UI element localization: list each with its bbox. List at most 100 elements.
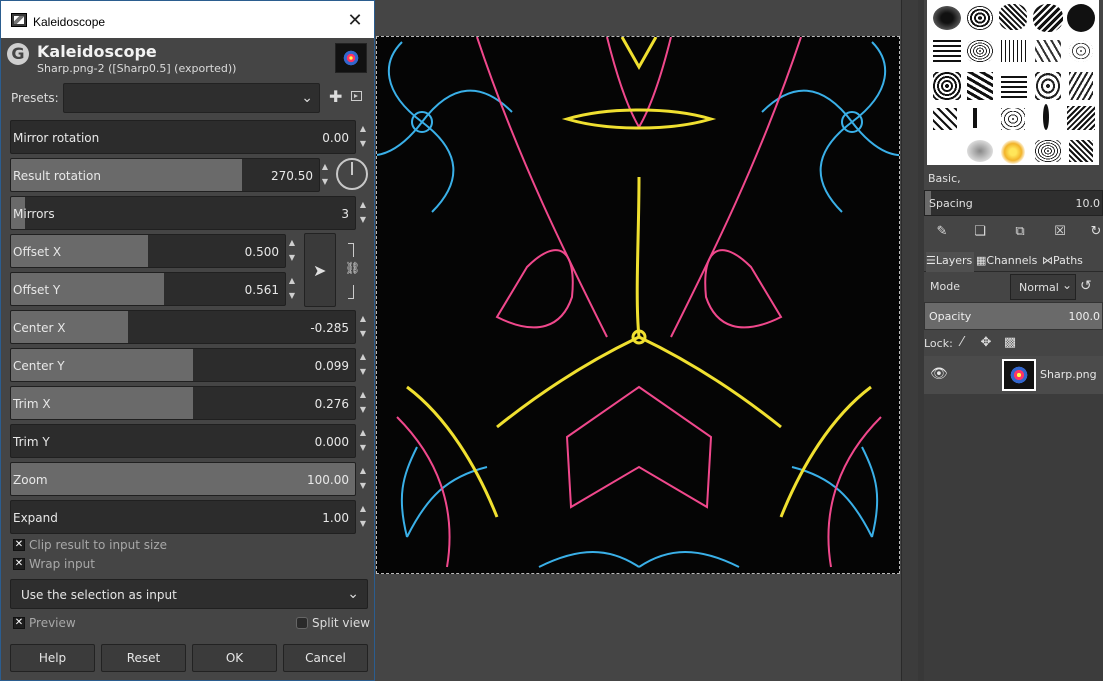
- brush-swatch[interactable]: [933, 72, 961, 100]
- ok-button[interactable]: OK: [192, 644, 277, 672]
- presets-dropdown[interactable]: ⌄: [63, 83, 320, 113]
- decrement-icon[interactable]: ▼: [358, 517, 368, 532]
- decrement-icon[interactable]: ▼: [358, 213, 368, 228]
- trim-x-slider[interactable]: Trim X 0.276: [10, 386, 356, 420]
- spacing-slider[interactable]: Spacing 10.0: [924, 190, 1103, 216]
- result-rotation-slider[interactable]: Result rotation 270.50: [10, 158, 320, 192]
- new-brush-icon[interactable]: ❏: [972, 224, 988, 240]
- zoom-slider[interactable]: Zoom 100.00: [10, 462, 356, 496]
- increment-icon[interactable]: ▲: [358, 350, 368, 365]
- split-view-checkbox[interactable]: [296, 617, 308, 629]
- brush-swatch[interactable]: [933, 40, 961, 62]
- decrement-icon[interactable]: ▼: [320, 175, 330, 190]
- brush-swatch-selected[interactable]: [1001, 140, 1025, 164]
- kaleidoscope-dialog: Kaleidoscope ✕ G Kaleidoscope Sharp.png-…: [0, 0, 375, 681]
- refresh-brushes-icon[interactable]: ↻: [1088, 224, 1103, 240]
- preset-menu-icon[interactable]: [351, 91, 362, 101]
- offset-pick-button[interactable]: ➤: [304, 233, 336, 307]
- delete-brush-icon[interactable]: ☒: [1052, 224, 1068, 240]
- increment-icon[interactable]: ▲: [287, 236, 297, 251]
- input-source-dropdown[interactable]: Use the selection as input ⌄: [10, 579, 368, 609]
- decrement-icon[interactable]: ▼: [358, 403, 368, 418]
- brush-swatch[interactable]: [1035, 40, 1061, 62]
- brush-swatch[interactable]: [1035, 72, 1061, 100]
- reset-button[interactable]: Reset: [101, 644, 186, 672]
- increment-icon[interactable]: ▲: [358, 312, 368, 327]
- opacity-slider[interactable]: Opacity 100.0: [924, 302, 1103, 330]
- filter-subtitle: Sharp.png-2 ([Sharp0.5] (exported)): [37, 62, 237, 75]
- brush-swatch[interactable]: [933, 6, 961, 30]
- add-preset-icon[interactable]: ✚: [329, 87, 342, 106]
- offset-x-slider[interactable]: Offset X 0.500: [10, 234, 286, 268]
- increment-icon[interactable]: ▲: [358, 198, 368, 213]
- rotation-dial[interactable]: [336, 158, 368, 190]
- preview-checkbox[interactable]: ✕: [13, 617, 25, 629]
- center-x-slider[interactable]: Center X -0.285: [10, 310, 356, 344]
- brush-swatch[interactable]: [999, 4, 1027, 30]
- brush-swatch[interactable]: [1069, 72, 1093, 100]
- brush-swatch[interactable]: [1043, 104, 1049, 130]
- increment-icon[interactable]: ▲: [287, 274, 297, 289]
- dialog-titlebar[interactable]: Kaleidoscope ✕: [1, 1, 374, 38]
- expand-slider[interactable]: Expand 1.00: [10, 500, 356, 534]
- decrement-icon[interactable]: ▼: [358, 441, 368, 456]
- help-button[interactable]: Help: [10, 644, 95, 672]
- brush-swatch[interactable]: [973, 108, 977, 128]
- brush-swatch[interactable]: [1033, 4, 1063, 32]
- mirrors-slider[interactable]: Mirrors 3: [10, 196, 356, 230]
- decrement-icon[interactable]: ▼: [358, 479, 368, 494]
- brush-swatch[interactable]: [1001, 40, 1027, 62]
- duplicate-brush-icon[interactable]: ⧉: [1012, 224, 1028, 240]
- brush-swatch[interactable]: [967, 140, 993, 162]
- brush-swatch[interactable]: [1069, 40, 1093, 62]
- brush-swatch[interactable]: [1001, 74, 1027, 98]
- mirror-rotation-slider[interactable]: Mirror rotation 0.00: [10, 120, 356, 154]
- center-y-slider[interactable]: Center Y 0.099: [10, 348, 356, 382]
- slider-value: -0.285: [310, 321, 349, 335]
- chevron-down-icon: ⌄: [1061, 278, 1072, 292]
- decrement-icon[interactable]: ▼: [358, 137, 368, 152]
- lock-pixels-icon[interactable]: ⁄: [954, 335, 970, 351]
- eye-icon[interactable]: 👁: [930, 366, 948, 382]
- reset-mode-icon[interactable]: ↺: [1080, 278, 1092, 294]
- clip-result-checkbox[interactable]: ✕: [13, 539, 25, 551]
- tab-layers[interactable]: ☰Layers: [926, 252, 974, 272]
- close-icon[interactable]: ✕: [344, 10, 366, 32]
- brush-swatch[interactable]: [967, 72, 993, 100]
- layer-mode-dropdown[interactable]: Normal ⌄: [1010, 274, 1076, 300]
- canvas-scrollbar[interactable]: [901, 0, 918, 681]
- brush-swatch[interactable]: [1001, 108, 1025, 130]
- lock-position-icon[interactable]: ✥: [978, 335, 994, 351]
- increment-icon[interactable]: ▲: [320, 160, 330, 175]
- tab-channels[interactable]: ▦Channels: [976, 252, 1042, 272]
- layer-item[interactable]: 👁 Sharp.png: [924, 356, 1103, 394]
- chain-link-toggle[interactable]: ⛓: [342, 243, 360, 299]
- increment-icon[interactable]: ▲: [358, 502, 368, 517]
- increment-icon[interactable]: ▲: [358, 388, 368, 403]
- increment-icon[interactable]: ▲: [358, 122, 368, 137]
- trim-y-slider[interactable]: Trim Y 0.000: [10, 424, 356, 458]
- brush-swatch[interactable]: [967, 6, 993, 30]
- edit-brush-icon[interactable]: ✎: [934, 224, 950, 240]
- decrement-icon[interactable]: ▼: [287, 289, 297, 304]
- brush-swatch[interactable]: [933, 108, 957, 130]
- brush-toolbar: ✎ ❏ ⧉ ☒ ↻: [924, 220, 1103, 244]
- image-canvas[interactable]: [376, 36, 900, 574]
- decrement-icon[interactable]: ▼: [358, 327, 368, 342]
- offset-y-slider[interactable]: Offset Y 0.561: [10, 272, 286, 306]
- increment-icon[interactable]: ▲: [358, 464, 368, 479]
- decrement-icon[interactable]: ▼: [358, 365, 368, 380]
- wrap-input-checkbox[interactable]: ✕: [13, 558, 25, 570]
- brush-swatch[interactable]: [1069, 140, 1093, 162]
- lock-alpha-icon[interactable]: ▩: [1002, 335, 1018, 351]
- brush-swatch[interactable]: [1067, 106, 1095, 130]
- mode-value: Normal: [1019, 281, 1059, 294]
- brushes-grid[interactable]: [927, 0, 1099, 165]
- tab-paths[interactable]: ⋈Paths: [1042, 252, 1100, 272]
- brush-swatch[interactable]: [1067, 4, 1095, 32]
- decrement-icon[interactable]: ▼: [287, 251, 297, 266]
- brush-swatch[interactable]: [1035, 140, 1061, 162]
- cancel-button[interactable]: Cancel: [283, 644, 368, 672]
- brush-swatch[interactable]: [967, 40, 993, 62]
- increment-icon[interactable]: ▲: [358, 426, 368, 441]
